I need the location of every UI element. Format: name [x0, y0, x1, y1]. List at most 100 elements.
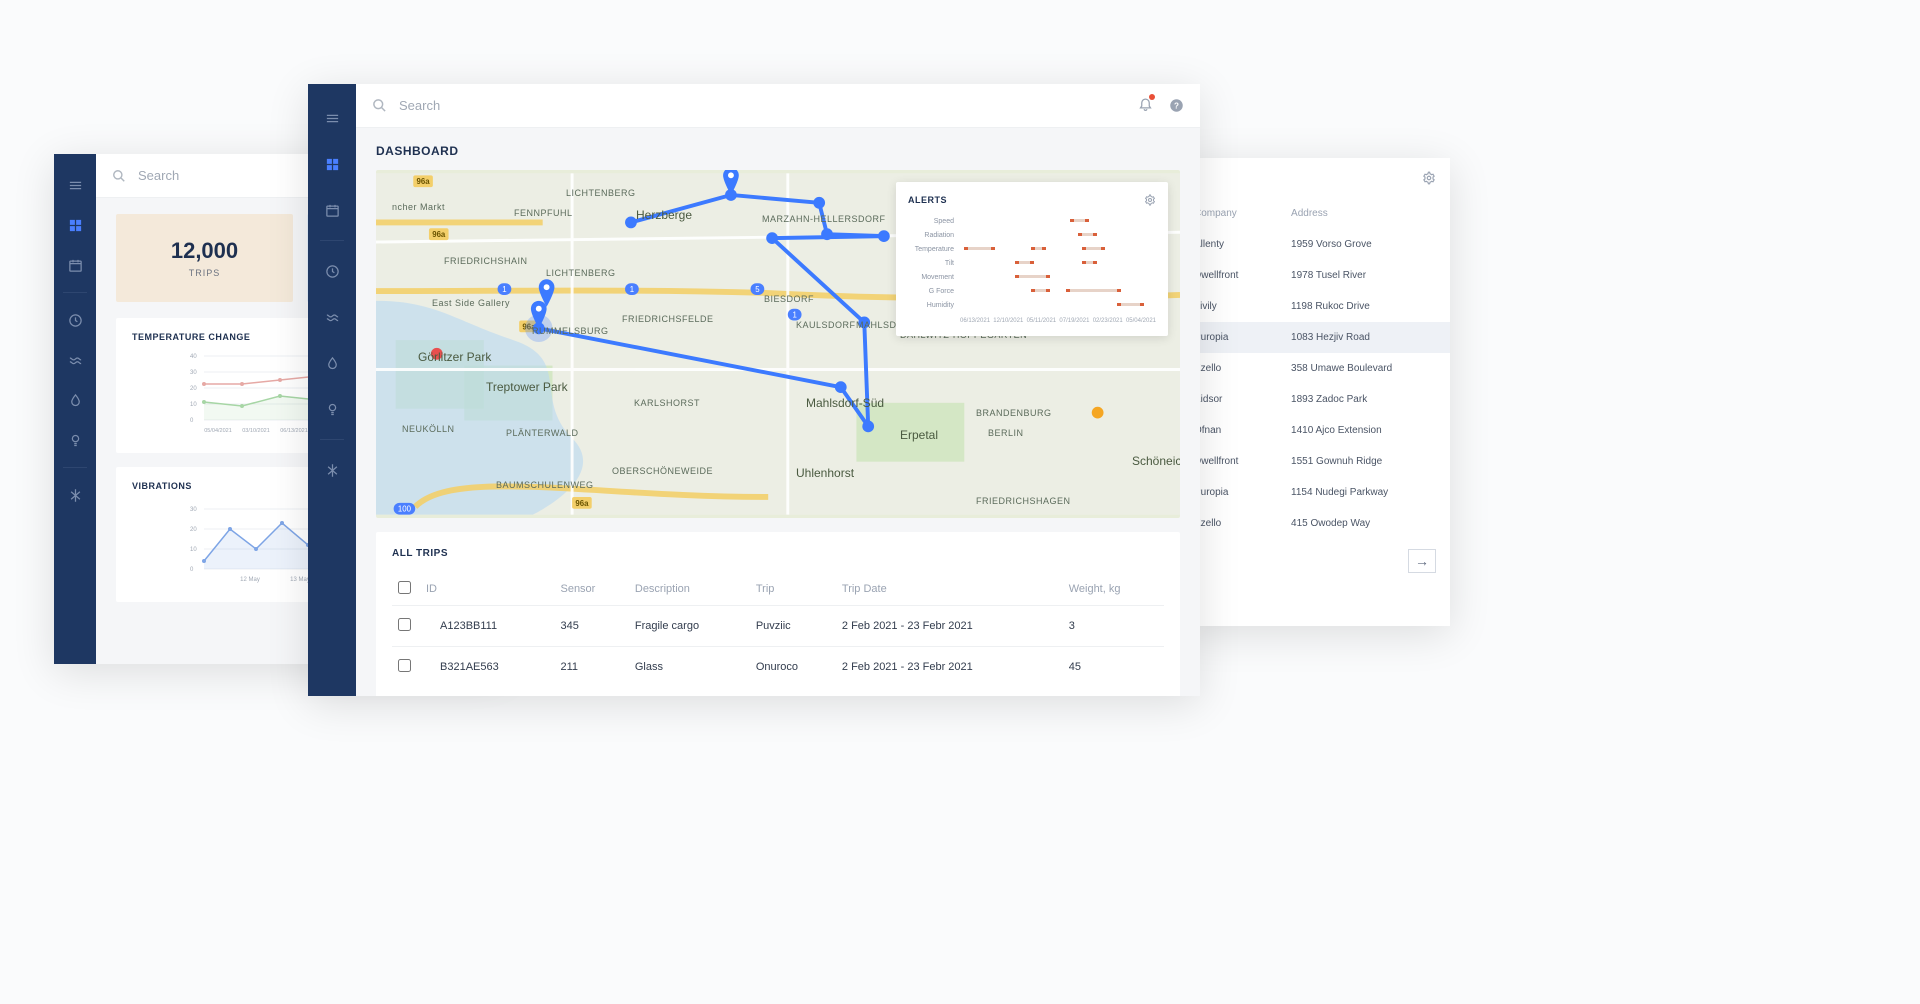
svg-text:96a: 96a — [432, 230, 446, 239]
nav-dashboard[interactable] — [54, 208, 96, 242]
menu-toggle[interactable] — [54, 168, 96, 202]
help-icon[interactable]: ? — [1169, 98, 1184, 113]
sidebar-left — [54, 154, 96, 664]
table-row[interactable]: Ofnan1410 Ajco Extension — [1180, 415, 1450, 446]
next-page-button[interactable]: → — [1408, 549, 1436, 573]
svg-text:30: 30 — [190, 370, 197, 376]
map-label: ncher Markt — [392, 202, 445, 212]
table-row[interactable]: Ezello415 Owodep Way — [1180, 508, 1450, 539]
svg-text:1: 1 — [630, 285, 634, 294]
svg-text:06/13/2021: 06/13/2021 — [280, 428, 308, 434]
alert-row: Temperature — [908, 242, 1156, 256]
row-checkbox[interactable] — [398, 659, 411, 672]
map-label: East Side Gallery — [432, 298, 510, 308]
settings-icon[interactable] — [1422, 171, 1436, 185]
svg-text:96a: 96a — [575, 499, 589, 508]
nav-light[interactable] — [54, 423, 96, 457]
map-label: BRANDENBURG — [976, 408, 1052, 418]
map-label: Schöneiche — [1132, 454, 1180, 468]
nav-drop[interactable] — [311, 343, 353, 383]
alert-row: Movement — [908, 270, 1156, 284]
map-label: MARZAHN-HELLERSDORF — [762, 214, 886, 224]
nav-history[interactable] — [54, 303, 96, 337]
svg-text:96a: 96a — [417, 177, 431, 186]
table-row[interactable]: Dwellfront1551 Gownuh Ridge — [1180, 446, 1450, 477]
search-icon — [372, 98, 387, 113]
alert-row: Radiation — [908, 228, 1156, 242]
nav-snow[interactable] — [54, 478, 96, 512]
kpi-label: TRIPS — [126, 268, 283, 278]
svg-text:20: 20 — [190, 386, 197, 392]
alert-row: Humidity — [908, 298, 1156, 312]
trips-card: ALL TRIPS ID Sensor Description Trip Tri… — [376, 532, 1180, 696]
trips-title: ALL TRIPS — [392, 548, 1164, 559]
alert-row: G Force — [908, 284, 1156, 298]
map-label: Mahlsdorf-Süd — [806, 396, 884, 410]
nav-drop[interactable] — [54, 383, 96, 417]
right-topbar — [1180, 158, 1450, 198]
col-id: ID — [420, 573, 554, 606]
svg-text:0: 0 — [190, 567, 194, 573]
sidebar-main — [308, 84, 356, 696]
svg-text:10: 10 — [190, 547, 197, 553]
map-label: Treptower Park — [486, 380, 568, 394]
svg-text:40: 40 — [190, 354, 197, 360]
map-label: BAUMSCHULENWEG — [496, 480, 594, 490]
table-row[interactable]: Puropia1083 Hezjiv Road — [1180, 322, 1450, 353]
table-row[interactable]: B321AE563211GlassOnuroco2 Feb 2021 - 23 … — [392, 647, 1164, 688]
svg-text:03/10/2021: 03/10/2021 — [242, 428, 270, 434]
nav-calendar[interactable] — [311, 190, 353, 230]
map-label: BIESDORF — [764, 294, 814, 304]
nav-snow[interactable] — [311, 450, 353, 490]
svg-text:1: 1 — [502, 285, 506, 294]
table-row[interactable]: Allenty1959 Vorso Grove — [1180, 229, 1450, 260]
col-desc: Description — [629, 573, 750, 606]
page-title: DASHBOARD — [376, 144, 1180, 158]
svg-text:05/04/2021: 05/04/2021 — [204, 428, 232, 434]
select-all-checkbox[interactable] — [398, 581, 411, 594]
map-label: FRIEDRICHSFELDE — [622, 314, 714, 324]
menu-toggle[interactable] — [311, 98, 353, 138]
map-label: LICHTENBERG — [546, 268, 616, 278]
map-label: Herzberge — [636, 208, 692, 222]
alert-row: Tilt — [908, 256, 1156, 270]
kpi-value: 12,000 — [126, 238, 283, 264]
nav-waves[interactable] — [311, 297, 353, 337]
companies-table: Company Address Allenty1959 Vorso GroveD… — [1180, 198, 1450, 539]
map-label: LICHTENBERG — [566, 188, 636, 198]
svg-text:?: ? — [1174, 102, 1179, 111]
main-content: ? DASHBOARD — [356, 84, 1200, 696]
kpi-card-trips: 12,000 TRIPS — [116, 214, 293, 302]
alerts-title: ALERTS — [908, 195, 947, 205]
nav-dashboard[interactable] — [311, 144, 353, 184]
svg-text:1: 1 — [792, 311, 796, 320]
map-label: FRIEDRICHSHAIN — [444, 256, 528, 266]
table-row[interactable]: Kidsor1893 Zadoc Park — [1180, 384, 1450, 415]
map-label: Görlitzer Park — [418, 350, 491, 364]
map-label: FRIEDRICHSHAGEN — [976, 496, 1071, 506]
svg-text:20: 20 — [190, 527, 197, 533]
row-checkbox[interactable] — [398, 618, 411, 631]
topbar-main: ? — [356, 84, 1200, 128]
alert-row: Speed — [908, 214, 1156, 228]
svg-text:10: 10 — [190, 402, 197, 408]
nav-calendar[interactable] — [54, 248, 96, 282]
table-row[interactable]: A123BB111345Fragile cargoPuvziic2 Feb 20… — [392, 606, 1164, 647]
map-label: OBERSCHÖNEWEIDE — [612, 466, 713, 476]
table-row[interactable]: Ezello358 Umawe Boulevard — [1180, 353, 1450, 384]
table-row[interactable]: Dwellfront1978 Tusel River — [1180, 260, 1450, 291]
table-row[interactable]: Puropia1154 Nudegi Parkway — [1180, 477, 1450, 508]
table-row[interactable]: Zivily1198 Rukoc Drive — [1180, 291, 1450, 322]
nav-waves[interactable] — [54, 343, 96, 377]
map-label: Erpetal — [900, 428, 938, 442]
map-card[interactable]: 96a 96a 96a 96a 100 1 1 5 1 LICHTENBERGH… — [376, 170, 1180, 518]
alerts-settings-icon[interactable] — [1144, 194, 1156, 206]
col-weight: Weight, kg — [1063, 573, 1164, 606]
nav-light[interactable] — [311, 389, 353, 429]
search-input-main[interactable] — [399, 98, 1126, 113]
nav-history[interactable] — [311, 251, 353, 291]
notifications-button[interactable] — [1138, 96, 1153, 116]
search-icon — [112, 169, 126, 183]
map-label: KAULSDORF — [796, 320, 856, 330]
svg-text:13 May: 13 May — [290, 577, 310, 583]
